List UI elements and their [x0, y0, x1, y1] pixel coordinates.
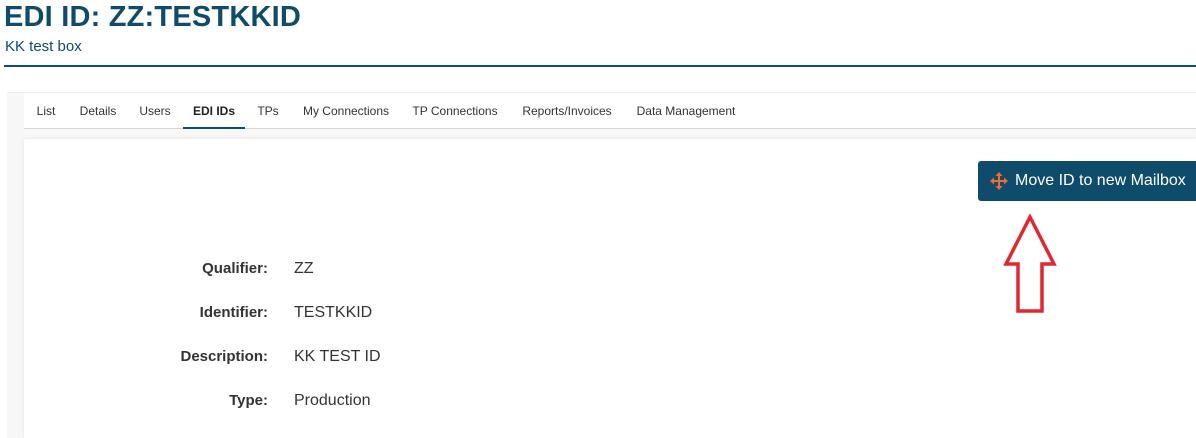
tab-tp-connections[interactable]: TP Connections	[412, 93, 498, 128]
type-value: Production	[294, 392, 371, 409]
tab-edi-ids[interactable]: EDI IDs	[183, 93, 245, 129]
page-subtitle: KK test box	[5, 38, 82, 55]
page: EDI ID: ZZ:TESTKKID KK test box List Det…	[0, 0, 1196, 438]
qualifier-value: ZZ	[294, 260, 314, 277]
tab-details[interactable]: Details	[79, 93, 117, 128]
type-label: Type:	[229, 392, 268, 409]
tab-tps[interactable]: TPs	[256, 93, 280, 128]
title-divider	[4, 65, 1196, 67]
tab-bar: List Details Users EDI IDs TPs My Connec…	[24, 93, 1196, 129]
page-title: EDI ID: ZZ:TESTKKID	[4, 1, 302, 33]
identifier-label: Identifier:	[199, 304, 268, 321]
tab-data-management[interactable]: Data Management	[636, 93, 736, 128]
tab-list[interactable]: List	[35, 93, 57, 128]
identifier-value: TESTKKID	[294, 304, 373, 321]
description-value: KK TEST ID	[294, 348, 381, 365]
red-up-arrow-icon	[1003, 214, 1057, 313]
description-label: Description:	[180, 348, 268, 365]
tab-my-connections[interactable]: My Connections	[302, 93, 390, 128]
move-id-to-new-mailbox-button[interactable]: Move ID to new Mailbox	[978, 161, 1196, 201]
tab-reports-invoices[interactable]: Reports/Invoices	[521, 93, 613, 128]
tab-users[interactable]: Users	[139, 93, 171, 128]
move-button-label: Move ID to new Mailbox	[1015, 172, 1186, 189]
move-arrows-icon	[990, 172, 1008, 190]
qualifier-label: Qualifier:	[202, 260, 268, 277]
